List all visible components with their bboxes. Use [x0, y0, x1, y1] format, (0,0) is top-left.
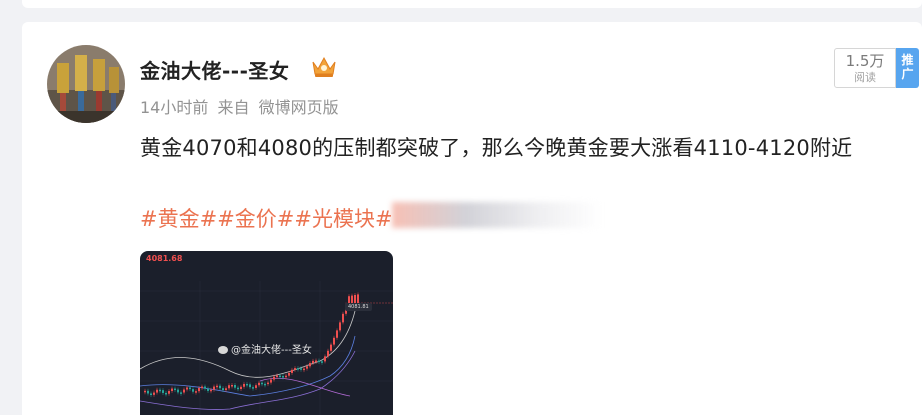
- tag-gold[interactable]: #黄金#: [140, 207, 217, 231]
- candle: [237, 387, 239, 390]
- weibo-icon: [218, 346, 228, 354]
- avatar[interactable]: [47, 45, 125, 123]
- candle: [243, 383, 245, 387]
- candle: [195, 391, 197, 393]
- post-tags: #黄金##金价##光模块#: [140, 203, 393, 233]
- candle: [174, 388, 176, 391]
- candle: [264, 383, 266, 386]
- post-text: 黄金4070和4080的压制都突破了，那么今晚黄金要大涨看4110-4120附近: [140, 136, 853, 160]
- candle: [225, 388, 227, 391]
- candle: [315, 360, 317, 363]
- candle: [267, 382, 269, 385]
- candle: [303, 368, 305, 371]
- avatar-trophies-image: [47, 45, 125, 123]
- image-watermark: @金油大佬---圣女: [218, 341, 312, 356]
- candle: [210, 389, 212, 392]
- candle: [342, 313, 344, 323]
- candle: [333, 337, 335, 345]
- tag-optical-module[interactable]: #光模块#: [294, 207, 392, 231]
- candle: [144, 390, 146, 393]
- candle: [318, 360, 320, 363]
- candle: [177, 389, 179, 393]
- candle: [198, 388, 200, 392]
- candle: [246, 383, 248, 386]
- candle: [204, 386, 206, 389]
- candle: [183, 389, 185, 393]
- candle: [234, 385, 236, 388]
- candle: [336, 330, 338, 338]
- candle: [228, 385, 230, 389]
- read-label: 阅读: [854, 71, 876, 84]
- read-count: 1.5万: [845, 52, 885, 70]
- candle: [300, 368, 302, 370]
- post-meta: 14小时前 来自 微博网页版: [140, 94, 343, 118]
- candle: [276, 375, 278, 378]
- candle: [255, 385, 257, 388]
- candle: [159, 389, 161, 392]
- candle: [189, 387, 191, 390]
- chart-price-tag: 4081.81: [345, 303, 372, 311]
- post-source[interactable]: 微博网页版: [259, 98, 339, 117]
- candle: [192, 389, 194, 392]
- source-prefix: 来自: [217, 98, 250, 117]
- candle: [171, 388, 173, 392]
- candle: [153, 392, 155, 395]
- candle: [213, 386, 215, 390]
- candle: [285, 375, 287, 378]
- author-name[interactable]: 金油大佬---圣女: [140, 55, 289, 84]
- candle: [180, 392, 182, 394]
- candle: [162, 390, 164, 393]
- previous-post-card: [22, 0, 922, 8]
- post-time[interactable]: 14小时前: [140, 98, 208, 117]
- candle: [168, 391, 170, 394]
- crown-icon[interactable]: [309, 54, 339, 80]
- candle: [258, 382, 260, 386]
- candle: [273, 376, 275, 380]
- candle: [270, 379, 272, 383]
- candle: [207, 388, 209, 391]
- candle: [222, 388, 224, 391]
- candle: [186, 387, 188, 390]
- candlestick-chart: [140, 281, 393, 415]
- candle: [288, 372, 290, 376]
- candle: [306, 366, 308, 369]
- candle: [240, 386, 242, 390]
- candle: [312, 360, 314, 364]
- candle: [249, 384, 251, 388]
- candle: [219, 385, 221, 389]
- candle: [156, 389, 158, 393]
- chart-price: 4081.68: [146, 254, 183, 263]
- candle: [327, 350, 329, 357]
- candle: [147, 390, 149, 394]
- watermark-text: @金油大佬---圣女: [231, 345, 312, 356]
- candle: [165, 392, 167, 395]
- candle: [339, 322, 341, 331]
- candle: [309, 363, 311, 367]
- candle: [282, 376, 284, 378]
- candle: [324, 356, 326, 362]
- candle: [321, 361, 323, 363]
- read-count-badge: 1.5万 阅读: [834, 48, 896, 88]
- blurred-content: [392, 202, 602, 228]
- candle: [150, 393, 152, 395]
- post-card: 金油大佬---圣女 14小时前 来自 微博网页版 黄金4070和4080的压制都…: [22, 22, 922, 415]
- candle: [279, 375, 281, 378]
- candle: [201, 386, 203, 389]
- candle: [294, 368, 296, 370]
- candle: [231, 385, 233, 387]
- promote-label: 推广: [901, 53, 914, 81]
- tag-gold-price[interactable]: #金价#: [217, 207, 294, 231]
- candle: [252, 387, 254, 389]
- candle: [330, 344, 332, 351]
- candle: [216, 385, 218, 388]
- candle: [291, 369, 293, 373]
- candle: [297, 368, 299, 370]
- candle: [261, 382, 263, 385]
- promote-button[interactable]: 推广: [896, 48, 919, 88]
- post-image[interactable]: 4081.68 4081.81 @金油大佬---圣女: [140, 251, 393, 415]
